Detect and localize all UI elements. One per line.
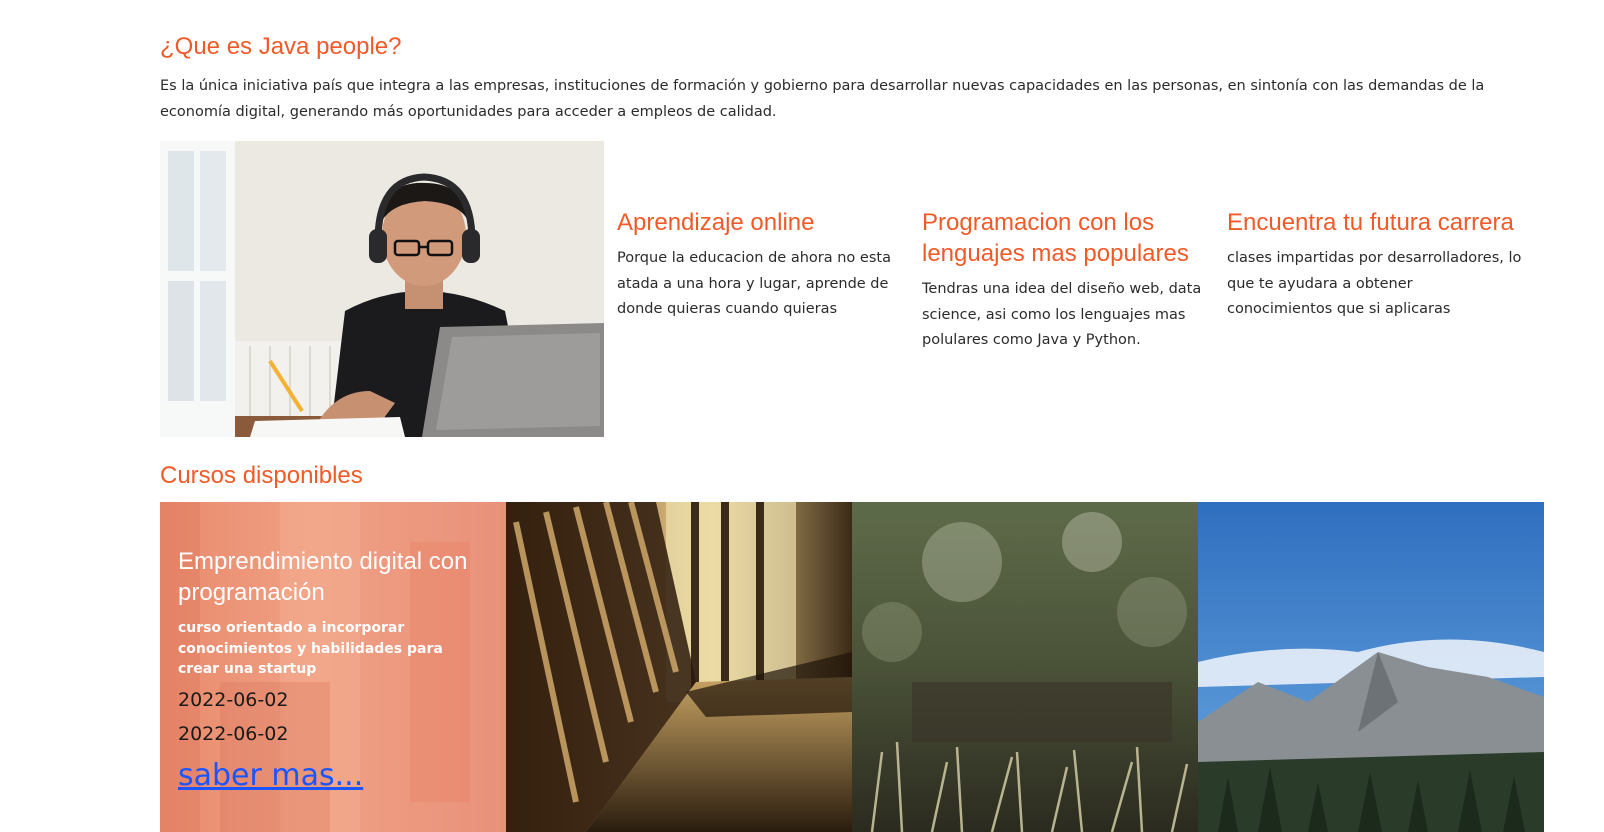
feature-text: Tendras una idea del diseño web, data sc… [922, 281, 1202, 348]
courses-title: Cursos disponibles [160, 462, 363, 489]
feature-text: Porque la educacion de ahora no esta ata… [617, 250, 891, 317]
feature-popular-languages: Programacion con los lenguajes mas popul… [922, 207, 1217, 354]
feature-title: Encuentra tu futura carrera [1227, 209, 1514, 236]
course-description: curso orientado a incorporar conocimient… [178, 620, 443, 677]
course-card-image-mountain[interactable] [1198, 502, 1544, 832]
feature-future-career: Encuentra tu futura carrera clases impar… [1227, 207, 1522, 323]
feature-title: Aprendizaje online [617, 209, 815, 236]
saber-mas-link[interactable]: saber mas... [178, 758, 363, 793]
feature-text: clases impartidas por desarrolladores, l… [1227, 250, 1522, 317]
course-cards: Emprendimiento digital con programación … [160, 502, 1545, 832]
course-card-image-grass[interactable] [852, 502, 1198, 832]
course-start-date: 2022-06-02 [178, 688, 289, 711]
course-card-image-hall[interactable] [506, 502, 852, 832]
student-photo [160, 141, 604, 437]
course-title: Emprendimiento digital con programación [178, 548, 468, 606]
course-card: Emprendimiento digital con programación … [160, 502, 506, 832]
feature-online-learning: Aprendizaje online Porque la educacion d… [617, 207, 912, 323]
about-title: ¿Que es Java people? [160, 33, 402, 60]
feature-title: Programacion con los lenguajes mas popul… [922, 209, 1189, 267]
about-text: Es la única iniciativa país que integra … [160, 78, 1485, 120]
course-end-date: 2022-06-02 [178, 722, 289, 745]
course-card-content: Emprendimiento digital con programación … [178, 546, 488, 793]
